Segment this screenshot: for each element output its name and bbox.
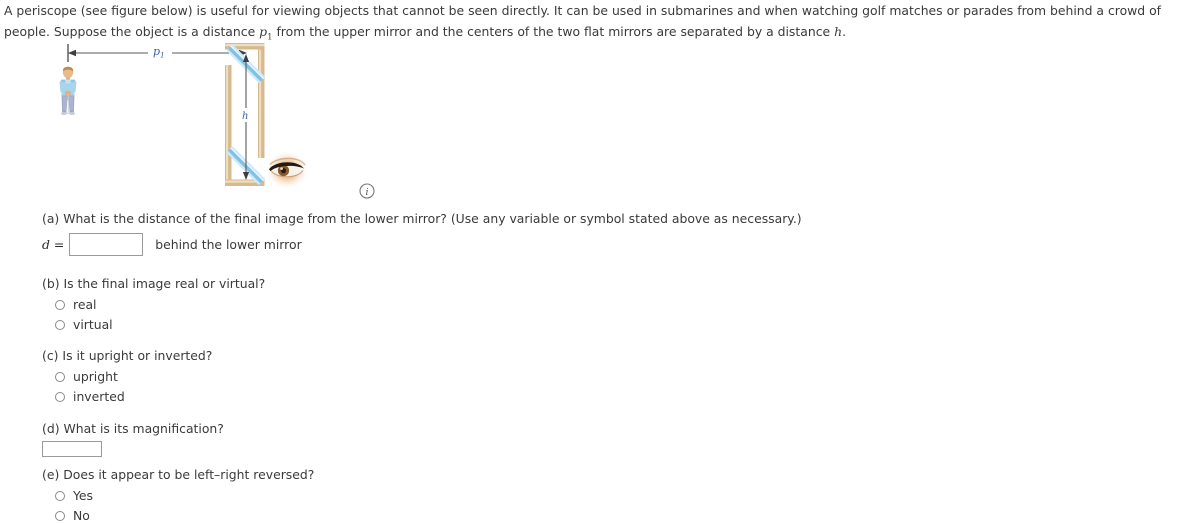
question-d-answer-row xyxy=(42,441,224,457)
problem-text-part3: . xyxy=(842,24,846,39)
radio-button-icon[interactable] xyxy=(55,320,65,330)
radio-option-virtual[interactable]: virtual xyxy=(55,317,265,332)
radio-option-upright[interactable]: upright xyxy=(55,369,212,384)
radio-button-icon[interactable] xyxy=(55,372,65,382)
radio-button-icon[interactable] xyxy=(55,491,65,501)
question-a-suffix: behind the lower mirror xyxy=(155,237,301,252)
question-c: (c) Is it upright or inverted? upright i… xyxy=(42,347,212,404)
radio-option-real[interactable]: real xyxy=(55,297,265,312)
radio-label-real: real xyxy=(73,297,96,312)
radio-label-upright: upright xyxy=(73,369,118,384)
question-a-eq-label: d = xyxy=(42,237,64,252)
question-e: (e) Does it appear to be left–right reve… xyxy=(42,466,314,523)
radio-button-icon[interactable] xyxy=(55,300,65,310)
question-e-prompt: (e) Does it appear to be left–right reve… xyxy=(42,466,314,483)
radio-option-yes[interactable]: Yes xyxy=(55,488,314,503)
radio-button-icon[interactable] xyxy=(55,511,65,521)
radio-label-yes: Yes xyxy=(73,488,93,503)
observer-eye xyxy=(265,150,309,190)
question-a: (a) What is the distance of the final im… xyxy=(42,210,802,256)
question-a-answer-row: d = behind the lower mirror xyxy=(42,233,802,256)
question-d-prompt: (d) What is its magnification? xyxy=(42,420,224,437)
radio-label-virtual: virtual xyxy=(73,317,113,332)
radio-option-no[interactable]: No xyxy=(55,508,314,523)
periscope-figure: p1 xyxy=(40,36,400,208)
question-c-prompt: (c) Is it upright or inverted? xyxy=(42,347,212,364)
info-icon: i xyxy=(360,184,374,198)
info-icon-letter: i xyxy=(365,187,368,198)
question-d: (d) What is its magnification? xyxy=(42,420,224,457)
distance-d-input[interactable] xyxy=(69,233,143,256)
radio-button-icon[interactable] xyxy=(55,392,65,402)
question-b-prompt: (b) Is the final image real or virtual? xyxy=(42,275,265,292)
question-a-prompt: (a) What is the distance of the final im… xyxy=(42,210,802,227)
question-b: (b) Is the final image real or virtual? … xyxy=(42,275,265,332)
radio-label-inverted: inverted xyxy=(73,389,125,404)
figure-label-h: h xyxy=(242,111,248,122)
symbol-h: h xyxy=(834,24,842,39)
radio-label-no: No xyxy=(73,508,90,523)
magnification-input[interactable] xyxy=(42,441,102,457)
radio-option-inverted[interactable]: inverted xyxy=(55,389,212,404)
